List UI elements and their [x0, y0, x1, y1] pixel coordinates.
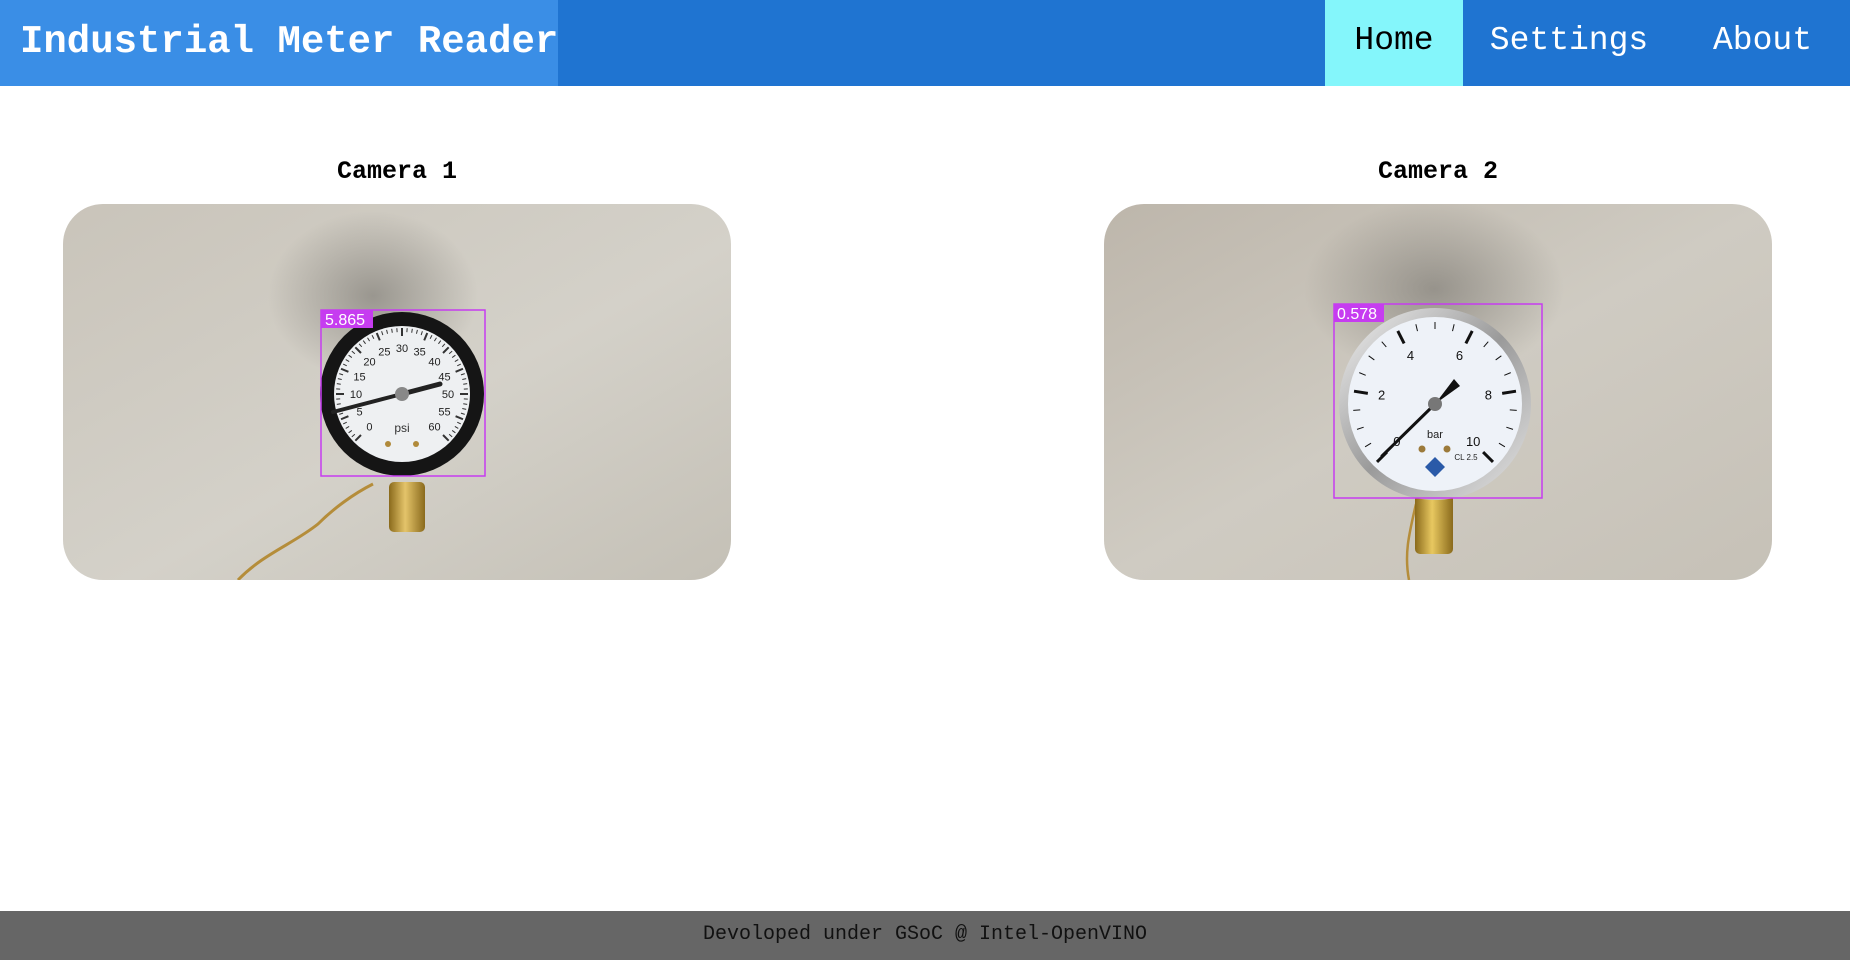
camera-2-feed: 0246810 bar CL 2.5 0.578 — [1104, 204, 1772, 580]
dial-tick — [463, 403, 468, 405]
dial-label: 20 — [363, 356, 375, 368]
dial-label: 4 — [1407, 348, 1414, 363]
nav-settings[interactable]: Settings — [1463, 0, 1675, 86]
dial-label: 30 — [396, 343, 408, 355]
gauge-2-class: CL 2.5 — [1454, 453, 1478, 462]
detection-value-1: 5.865 — [325, 312, 365, 329]
dial-label: 50 — [442, 389, 454, 401]
dial-tick — [336, 403, 341, 405]
detection-value-2: 0.578 — [1337, 306, 1377, 323]
main-nav: Home Settings About — [1325, 0, 1850, 86]
gauge-1-fitting — [389, 482, 425, 532]
dial-label: 0 — [366, 422, 372, 434]
dial-label: 5 — [356, 407, 362, 419]
gauge-1-unit: psi — [394, 421, 409, 435]
gauge-2-dial: 0246810 bar CL 2.5 — [1339, 308, 1531, 500]
gauge-1-dial: 0510152025 30 354045505560 psi — [320, 312, 484, 476]
footer: Devoloped under GSoC @ Intel-OpenVINO — [0, 911, 1850, 960]
dial-label: 15 — [353, 371, 365, 383]
dial-tick — [391, 328, 393, 333]
dial-label: 40 — [428, 356, 440, 368]
camera-1-title: Camera 1 — [336, 157, 458, 186]
gauge-2-unit: bar — [1427, 429, 1443, 441]
camera-1-image: 0510152025 30 354045505560 psi 5.865 — [63, 204, 731, 580]
camera-2-title: Camera 2 — [1377, 157, 1499, 186]
dial-label: 8 — [1485, 388, 1492, 403]
dial-label: 6 — [1456, 348, 1463, 363]
dial-tick — [1353, 409, 1361, 411]
dial-label: 10 — [1466, 434, 1480, 449]
dial-label: 25 — [378, 347, 390, 359]
dial-tick — [463, 383, 468, 385]
dial-label: 60 — [428, 422, 440, 434]
nav-about[interactable]: About — [1675, 0, 1850, 86]
dial-label: 35 — [413, 347, 425, 359]
app-title[interactable]: Industrial Meter Reader — [0, 0, 558, 86]
dial-label: 2 — [1378, 388, 1385, 403]
nav-home[interactable]: Home — [1325, 0, 1463, 86]
gauge-2-fitting — [1415, 494, 1453, 554]
header-bar: Industrial Meter Reader Home Settings Ab… — [0, 0, 1850, 86]
camera-2-image: 0246810 bar CL 2.5 0.578 — [1104, 204, 1772, 580]
camera-1-feed: 0 5 10 15 20 25 30 35 40 45 50 55 60 psi 5.865 — [63, 204, 731, 580]
dial-label: 55 — [438, 407, 450, 419]
dial-tick — [411, 328, 413, 333]
dial-label: 10 — [350, 389, 362, 401]
dial-tick — [336, 383, 341, 385]
dial-tick — [1509, 409, 1517, 411]
